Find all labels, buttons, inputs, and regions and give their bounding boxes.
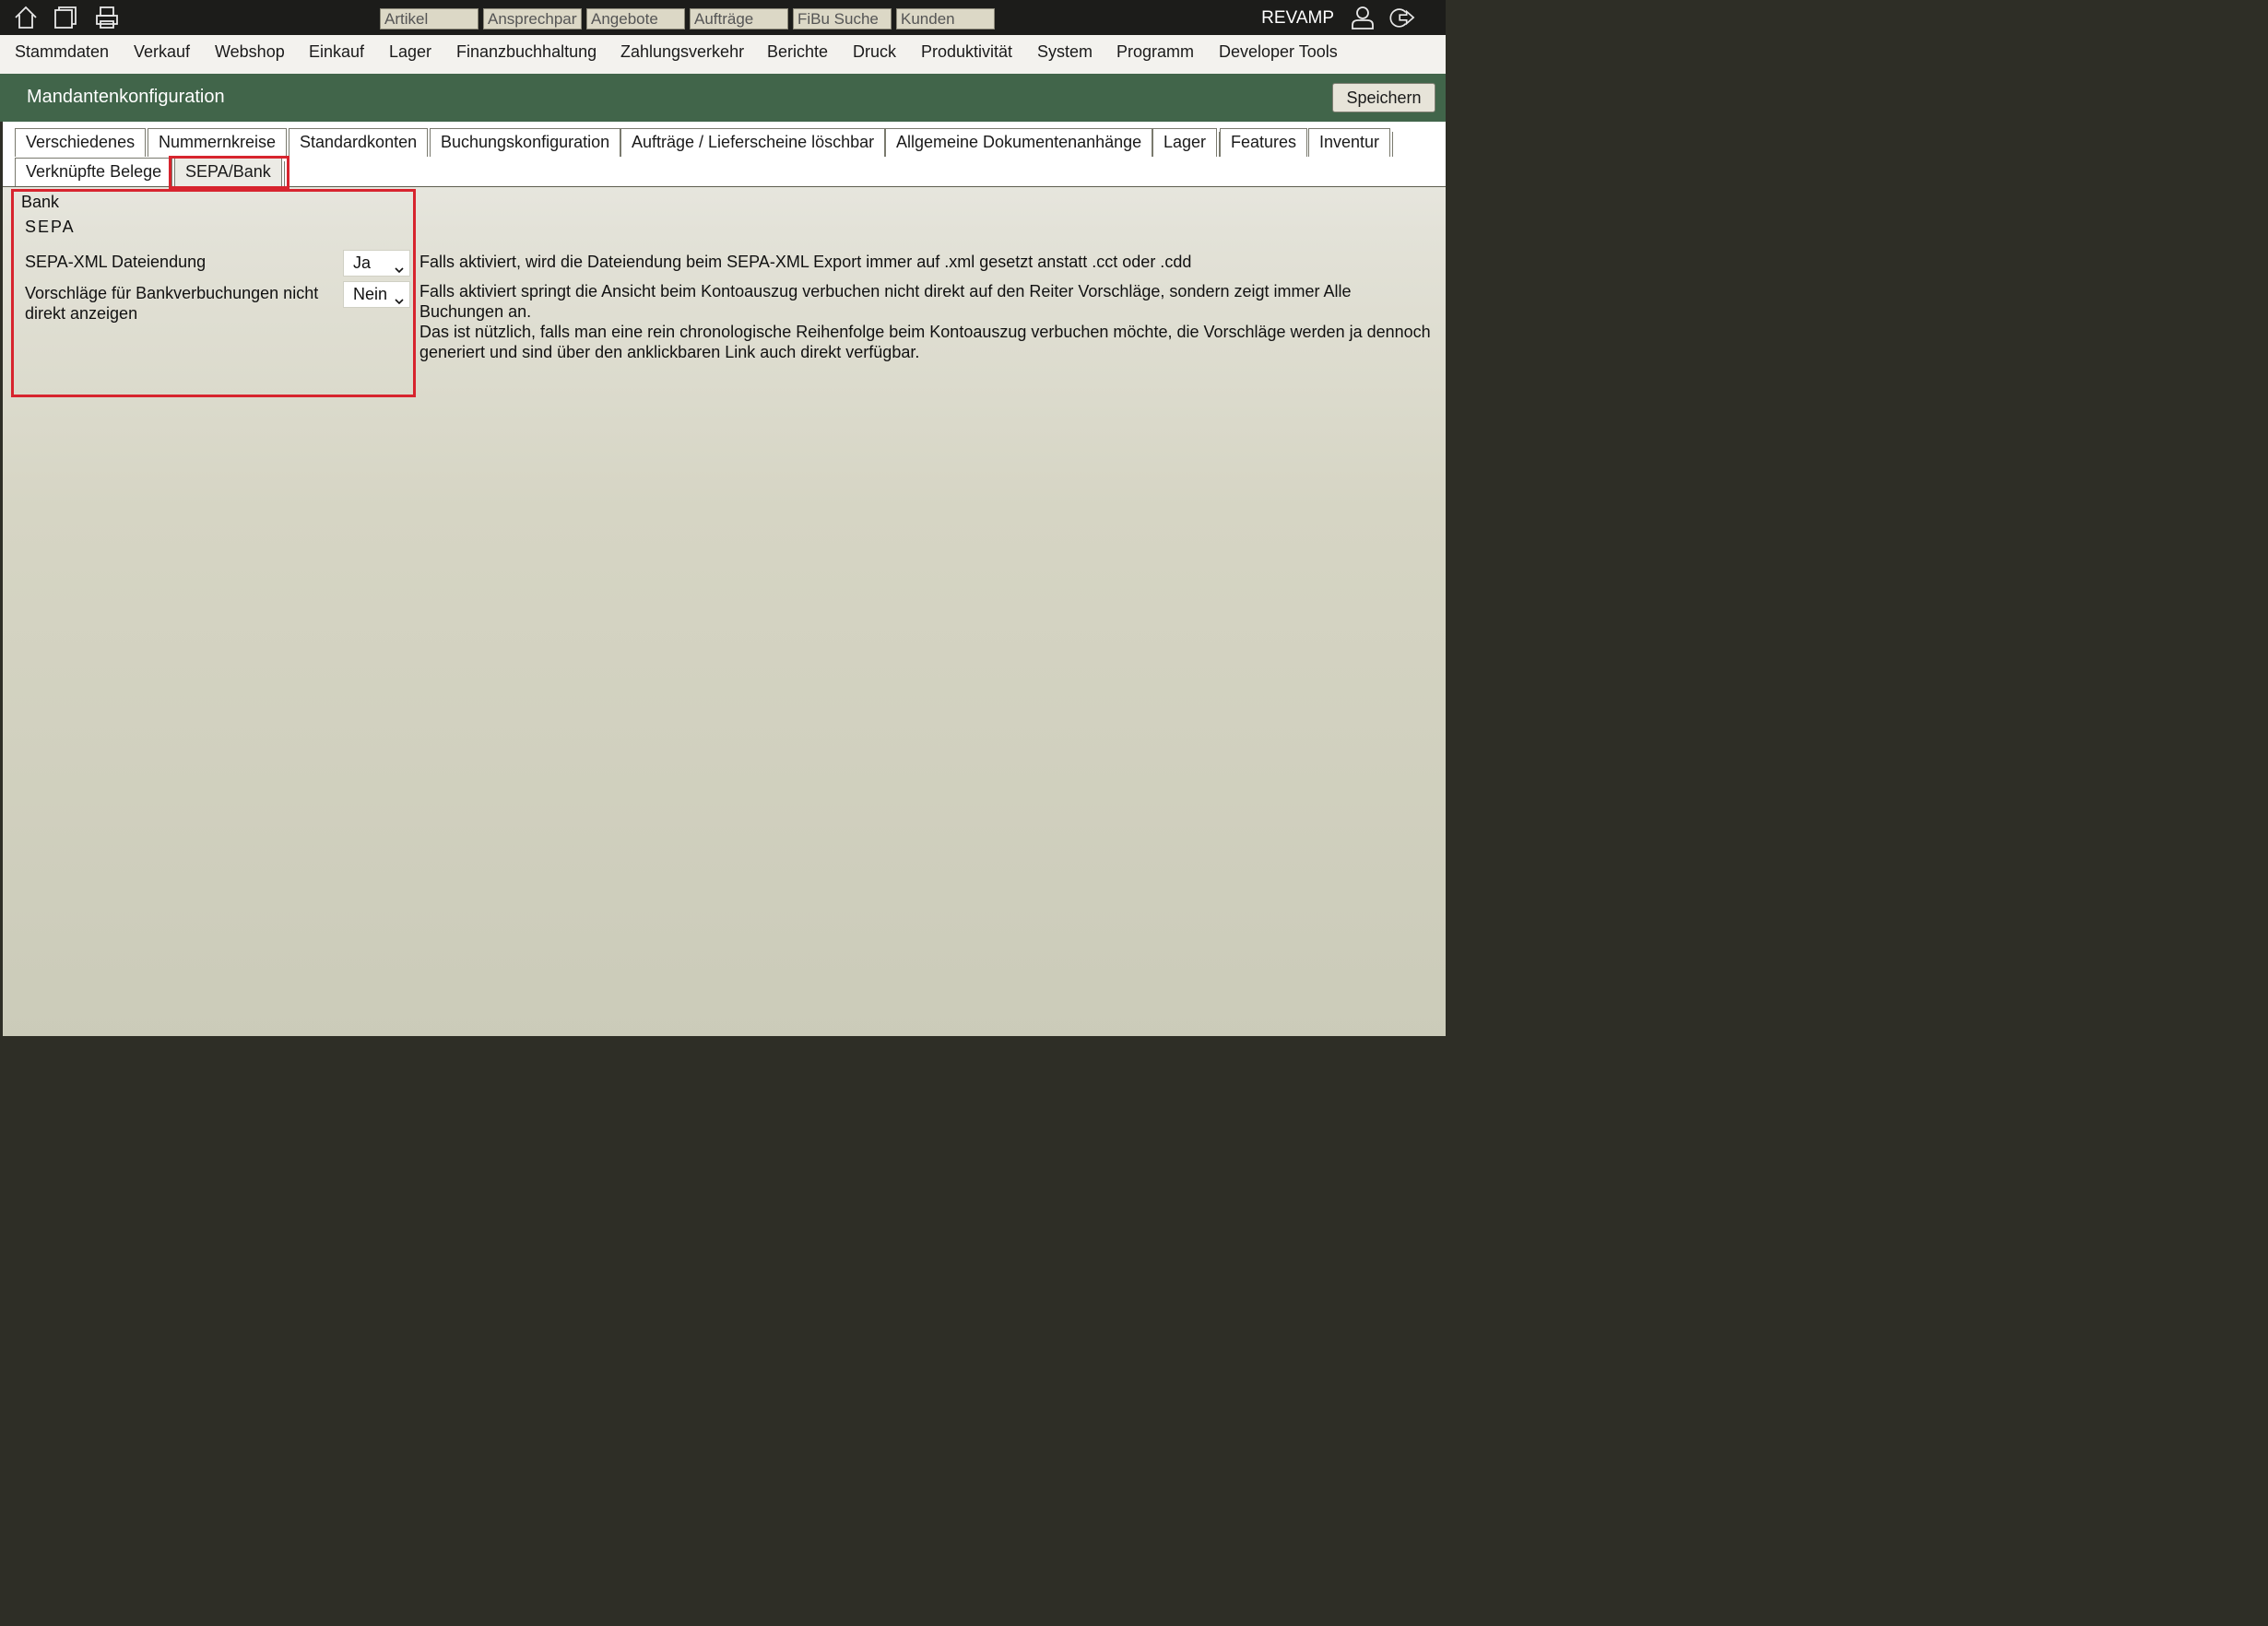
search-ansprechpartner-input[interactable] (483, 8, 582, 29)
title-bar: Mandantenkonfiguration (0, 74, 1446, 122)
tab-sepa-bank[interactable]: SEPA/Bank (174, 158, 285, 186)
menu-verkauf[interactable]: Verkauf (134, 42, 190, 62)
select-value: Nein (353, 285, 388, 303)
search-kunden-input[interactable] (896, 8, 995, 29)
page-title: Mandantenkonfiguration (27, 87, 225, 107)
main-menu: Stammdaten Verkauf Webshop Einkauf Lager… (0, 35, 1446, 75)
select-vorschlaege-bankverbuchungen[interactable]: Nein (343, 281, 410, 308)
field-label-vorschlaege: Vorschläge für Bankverbuchungen nicht di… (25, 284, 319, 323)
menu-berichte[interactable]: Berichte (767, 42, 828, 62)
tab-standardkonten[interactable]: Standardkonten (289, 128, 431, 157)
menu-system[interactable]: System (1037, 42, 1093, 62)
menu-produktivitaet[interactable]: Produktivität (921, 42, 1012, 62)
menu-lager[interactable]: Lager (389, 42, 431, 62)
tab-bar: Verschiedenes Nummernkreise Standardkont… (3, 122, 1446, 187)
tab-verknuepfte-belege[interactable]: Verknüpfte Belege (15, 158, 176, 186)
tab-verschiedenes[interactable]: Verschiedenes (15, 128, 149, 157)
menu-finanzbuchhaltung[interactable]: Finanzbuchhaltung (456, 42, 597, 62)
printer-icon[interactable] (94, 5, 120, 30)
save-button[interactable]: Speichern (1332, 83, 1435, 112)
menu-zahlungsverkehr[interactable]: Zahlungsverkehr (620, 42, 744, 62)
menu-einkauf[interactable]: Einkauf (309, 42, 364, 62)
logout-icon[interactable] (1389, 5, 1415, 30)
menu-stammdaten[interactable]: Stammdaten (15, 42, 109, 62)
search-auftraege-input[interactable] (690, 8, 788, 29)
top-bar: REVAMP (0, 0, 1446, 35)
tab-lager[interactable]: Lager (1152, 128, 1221, 157)
field-label-sepa-xml: SEPA-XML Dateiendung (25, 253, 207, 271)
user-icon[interactable] (1350, 5, 1376, 30)
menu-druck[interactable]: Druck (853, 42, 896, 62)
search-angebote-input[interactable] (586, 8, 685, 29)
tab-features[interactable]: Features (1220, 128, 1311, 157)
chevron-down-icon (394, 289, 405, 305)
tab-nummernkreise[interactable]: Nummernkreise (148, 128, 290, 157)
tab-buchungskonfiguration[interactable]: Buchungskonfiguration (430, 128, 624, 157)
chevron-down-icon (394, 258, 405, 274)
menu-developer-tools[interactable]: Developer Tools (1219, 42, 1338, 62)
content-area: Verschiedenes Nummernkreise Standardkont… (3, 122, 1446, 1036)
description-sepa-xml: Falls aktiviert, wird die Dateiendung be… (419, 253, 1192, 271)
search-artikel-input[interactable] (380, 8, 478, 29)
select-value: Ja (353, 253, 372, 272)
tab-dokumentenanhaenge[interactable]: Allgemeine Dokumentenanhänge (885, 128, 1156, 157)
home-icon[interactable] (13, 5, 39, 30)
menu-programm[interactable]: Programm (1116, 42, 1194, 62)
description-vorschlaege: Falls aktiviert springt die Ansicht beim… (419, 282, 1352, 321)
description-vorschlaege-detail: Das ist nützlich, falls man eine rein ch… (419, 323, 1431, 361)
select-sepa-xml-dateiendung[interactable]: Ja (343, 250, 410, 277)
menu-webshop[interactable]: Webshop (215, 42, 285, 62)
tab-inventur[interactable]: Inventur (1308, 128, 1394, 157)
section-heading: SEPA (25, 218, 76, 236)
section-label: Bank (21, 193, 60, 211)
search-fibu-input[interactable] (793, 8, 892, 29)
window-icon[interactable] (53, 5, 78, 30)
tab-auftraege-loeschbar[interactable]: Aufträge / Lieferscheine löschbar (620, 128, 889, 157)
company-name: REVAMP (1261, 8, 1334, 28)
